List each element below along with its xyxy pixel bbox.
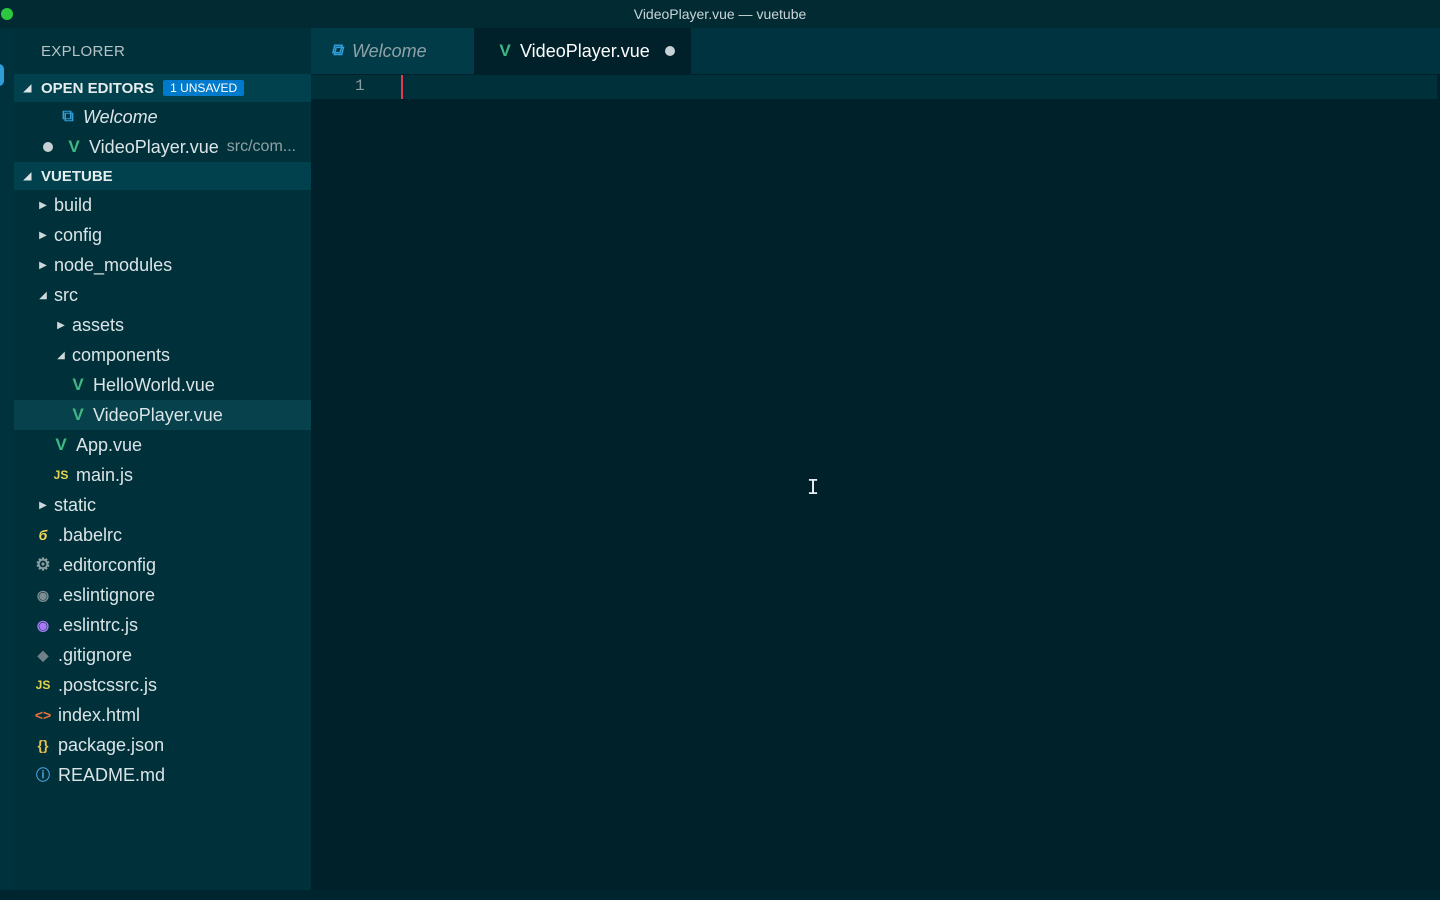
tab-videoplayer[interactable]: V VideoPlayer.vue: [474, 28, 691, 74]
tree-item-label: index.html: [58, 704, 141, 725]
tree-item-components[interactable]: ◢ components: [14, 340, 311, 370]
tab-label: Welcome: [352, 40, 427, 61]
tree-item-label: .babelrc: [58, 524, 123, 545]
project-label: VUETUBE: [41, 167, 113, 185]
tree-item-label: .gitignore: [58, 644, 133, 665]
vue-icon: V: [68, 137, 80, 156]
window-title: VideoPlayer.vue — vuetube: [633, 6, 807, 22]
tree-item-index-html[interactable]: <> index.html: [14, 700, 311, 730]
eslint-ignore-icon: ◉: [36, 586, 50, 603]
status-bar: [0, 890, 1440, 900]
chevron-right-icon: ▶: [39, 259, 47, 271]
tree-item-label: components: [72, 344, 171, 365]
tree-item-eslintignore[interactable]: ◉ .eslintignore: [14, 580, 311, 610]
chevron-down-icon: ◢: [23, 170, 32, 182]
tree-item-label: main.js: [76, 464, 134, 485]
open-editors-header[interactable]: ◢ OPEN EDITORS 1 UNSAVED: [14, 74, 311, 102]
vue-icon: V: [72, 405, 84, 424]
chevron-down-icon: ◢: [57, 349, 65, 361]
babel-icon: б: [38, 527, 48, 543]
vscode-icon: ⧉: [62, 108, 74, 125]
tree-item-label: build: [54, 194, 93, 215]
tree-item-postcssrc[interactable]: JS .postcssrc.js: [14, 670, 311, 700]
unsaved-badge: 1 UNSAVED: [163, 80, 245, 96]
tree-item-assets[interactable]: ▶ assets: [14, 310, 311, 340]
tab-welcome[interactable]: ⧉ Welcome: [311, 28, 474, 74]
tree-item-label: package.json: [58, 734, 165, 755]
tree-item-label: HelloWorld.vue: [93, 374, 215, 395]
vue-icon: V: [499, 41, 511, 60]
vue-icon: V: [72, 375, 84, 394]
info-icon: ⓘ: [36, 767, 50, 783]
unsaved-dot-icon[interactable]: [43, 142, 53, 152]
tree-item-label: .postcssrc.js: [58, 674, 158, 695]
tree-item-label: .editorconfig: [58, 554, 157, 575]
tree-item-label: App.vue: [76, 434, 143, 455]
tree-item-editorconfig[interactable]: ⚙ .editorconfig: [14, 550, 311, 580]
tree-item-package-json[interactable]: {} package.json: [14, 730, 311, 760]
tree-item-label: .eslintrc.js: [58, 614, 139, 635]
open-editor-welcome[interactable]: ⧉ Welcome: [14, 102, 311, 132]
tree-item-gitignore[interactable]: ◆ .gitignore: [14, 640, 311, 670]
tree-item-eslintrc[interactable]: ◉ .eslintrc.js: [14, 610, 311, 640]
code-editor[interactable]: 1 I: [311, 74, 1440, 890]
tree-item-config[interactable]: ▶ config: [14, 220, 311, 250]
title-bar: VideoPlayer.vue — vuetube: [0, 0, 1440, 28]
open-editor-videoplayer[interactable]: V VideoPlayer.vue src/com...: [14, 132, 311, 162]
explorer-activity-indicator[interactable]: [0, 64, 4, 86]
window-zoom-button[interactable]: [1, 8, 13, 20]
open-editor-label: VideoPlayer.vue: [89, 136, 219, 157]
js-icon: JS: [35, 678, 51, 692]
tree-item-static[interactable]: ▶ static: [14, 490, 311, 520]
open-editors-label: OPEN EDITORS: [41, 79, 155, 97]
chevron-right-icon: ▶: [39, 499, 47, 511]
explorer-sidebar: EXPLORER ◢ OPEN EDITORS 1 UNSAVED ⧉ Welc…: [14, 28, 311, 890]
vue-icon: V: [55, 435, 67, 454]
eslint-icon: ◉: [36, 616, 50, 633]
vuetube-folder-header[interactable]: ◢ VUETUBE: [14, 162, 311, 190]
html-icon: <>: [34, 707, 52, 723]
editor-tab-bar: ⧉ Welcome V VideoPlayer.vue: [311, 28, 1440, 74]
line-number: 1: [355, 77, 365, 95]
tree-item-label: config: [54, 224, 103, 245]
chevron-right-icon: ▶: [39, 229, 47, 241]
gear-icon: ⚙: [35, 555, 51, 574]
tree-item-label: static: [54, 494, 97, 515]
tree-item-helloworld[interactable]: V HelloWorld.vue: [14, 370, 311, 400]
mouse-ibeam-cursor-icon: I: [807, 475, 820, 499]
chevron-down-icon: ◢: [39, 289, 47, 301]
json-icon: {}: [37, 737, 49, 753]
tree-item-label: node_modules: [54, 254, 173, 275]
tree-item-label: README.md: [58, 764, 166, 785]
unsaved-dot-icon[interactable]: [664, 46, 675, 56]
tree-item-videoplayer[interactable]: V VideoPlayer.vue: [14, 400, 311, 430]
tree-item-label: src: [54, 284, 78, 305]
current-line-highlight: [311, 75, 1437, 99]
tree-item-readme[interactable]: ⓘ README.md: [14, 760, 311, 790]
chevron-right-icon: ▶: [57, 319, 65, 331]
explorer-title: EXPLORER: [41, 42, 126, 60]
tab-label: VideoPlayer.vue: [520, 40, 650, 61]
git-icon: ◆: [37, 646, 49, 663]
activity-bar: [0, 28, 14, 890]
chevron-right-icon: ▶: [39, 199, 47, 211]
tree-item-build[interactable]: ▶ build: [14, 190, 311, 220]
vscode-icon: ⧉: [331, 42, 343, 59]
tree-item-app-vue[interactable]: V App.vue: [14, 430, 311, 460]
chevron-down-icon: ◢: [23, 82, 32, 94]
tree-item-label: .eslintignore: [58, 584, 156, 605]
text-cursor: [401, 75, 403, 99]
tree-item-src[interactable]: ◢ src: [14, 280, 311, 310]
tree-item-babelrc[interactable]: б .babelrc: [14, 520, 311, 550]
js-icon: JS: [53, 468, 69, 482]
open-editor-label: Welcome: [83, 106, 158, 127]
tree-item-label: assets: [72, 314, 125, 335]
tree-item-node-modules[interactable]: ▶ node_modules: [14, 250, 311, 280]
open-editor-path: src/com...: [226, 138, 297, 155]
tree-item-main-js[interactable]: JS main.js: [14, 460, 311, 490]
tree-item-label: VideoPlayer.vue: [93, 404, 223, 425]
